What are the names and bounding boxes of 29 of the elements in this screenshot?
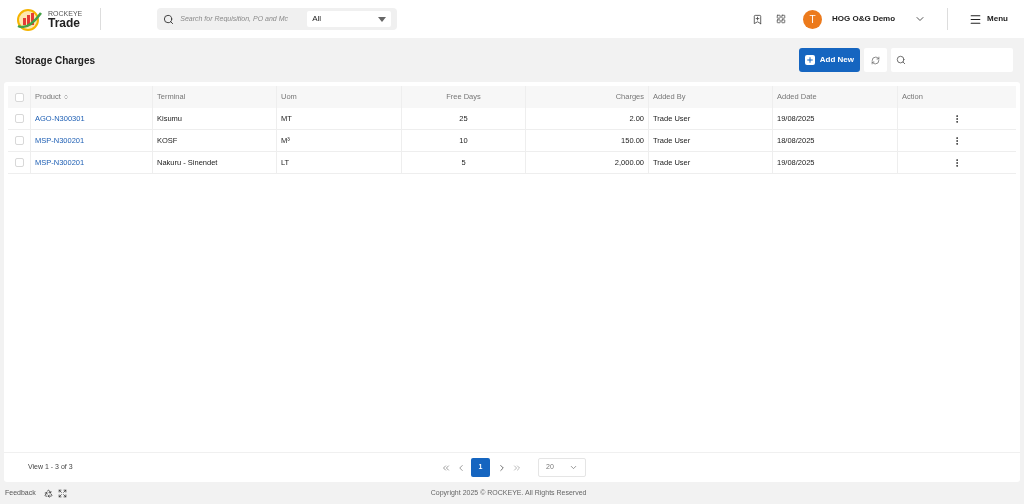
caret-icon bbox=[378, 16, 387, 22]
user-name: HOG O&G Demo bbox=[832, 13, 896, 25]
add-new-button[interactable]: Add New bbox=[798, 48, 860, 72]
sort-icon bbox=[62, 94, 69, 100]
logo-icon bbox=[16, 7, 42, 31]
page-title: Storage Charges bbox=[15, 53, 96, 68]
previous-page-icon[interactable] bbox=[456, 462, 466, 473]
checkbox[interactable] bbox=[14, 158, 24, 167]
refresh-button[interactable] bbox=[864, 48, 887, 72]
chevron-down-icon bbox=[569, 463, 578, 472]
next-page-icon[interactable] bbox=[497, 462, 507, 473]
expand-icon[interactable] bbox=[57, 488, 67, 498]
plus-icon bbox=[804, 55, 815, 65]
checkbox[interactable] bbox=[14, 114, 24, 123]
table-search-field[interactable] bbox=[891, 48, 1013, 72]
last-page-icon[interactable] bbox=[512, 462, 522, 473]
search-icon bbox=[163, 13, 175, 25]
first-page-icon[interactable] bbox=[441, 462, 451, 473]
bookmark-icon[interactable] bbox=[752, 13, 763, 25]
brand-title: Trade bbox=[48, 16, 80, 29]
checkbox[interactable] bbox=[14, 136, 24, 145]
apps-icon[interactable] bbox=[776, 14, 786, 24]
filter-dropdown[interactable]: All bbox=[307, 11, 392, 27]
menu-icon bbox=[969, 12, 983, 26]
search-icon bbox=[896, 55, 906, 65]
refresh-icon bbox=[871, 55, 880, 65]
checkbox[interactable] bbox=[14, 92, 24, 102]
menu-button[interactable]: Menu bbox=[969, 12, 1008, 26]
recycle-icon[interactable] bbox=[43, 488, 53, 498]
